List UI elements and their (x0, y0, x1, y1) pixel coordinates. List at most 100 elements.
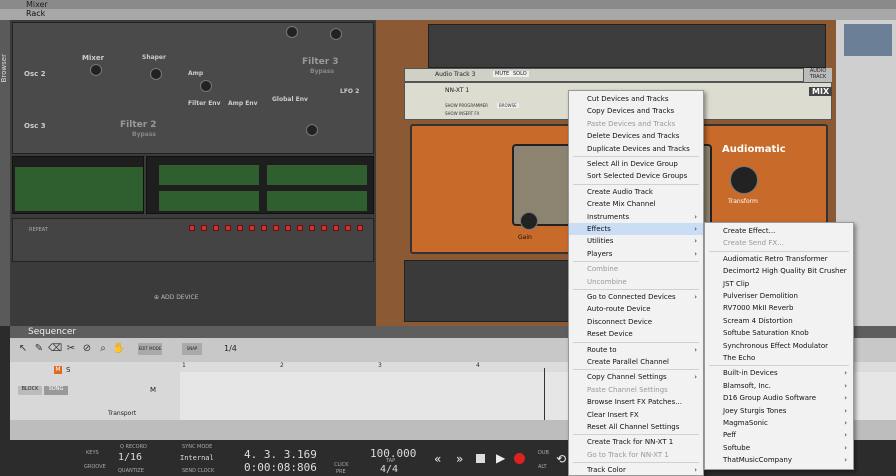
step-button[interactable] (249, 225, 255, 231)
razor-tool-icon[interactable]: ✂ (64, 341, 78, 357)
signature-display[interactable]: 4/4 (380, 464, 398, 475)
step-button[interactable] (201, 225, 207, 231)
mixer-title-bar[interactable]: Mixer (0, 0, 896, 9)
gain-knob[interactable] (520, 212, 538, 230)
step-button[interactable] (357, 225, 363, 231)
play-icon[interactable]: ▶ (496, 451, 505, 465)
context-menu-item[interactable]: Delete Devices and Tracks (569, 130, 703, 142)
effects-submenu-item[interactable]: Create Effect... (705, 225, 853, 237)
context-menu-item[interactable]: Select All in Device Group (569, 158, 703, 170)
browser-tab[interactable]: Browser (0, 20, 10, 326)
playhead[interactable] (544, 368, 545, 420)
effects-submenu-item[interactable]: JST Clip (705, 278, 853, 290)
context-menu-item[interactable]: Players › (569, 248, 703, 260)
rewind-icon[interactable]: « (434, 452, 441, 466)
step-button[interactable] (189, 225, 195, 231)
context-menu-item[interactable]: Duplicate Devices and Tracks (569, 143, 703, 155)
context-menu-item[interactable]: Reset Device (569, 328, 703, 340)
song-button[interactable]: SONG (44, 386, 68, 395)
context-menu-item[interactable]: Disconnect Device (569, 316, 703, 328)
lfo-knob[interactable] (306, 124, 318, 136)
mixer-knob[interactable] (90, 64, 102, 76)
effects-submenu-item[interactable]: ThatMusicCompany › (705, 454, 853, 466)
context-menu-item[interactable]: Create Audio Track (569, 186, 703, 198)
context-menu-item[interactable]: Copy Devices and Tracks (569, 105, 703, 117)
step-button[interactable] (273, 225, 279, 231)
effects-submenu-item[interactable]: Pulveriser Demolition (705, 290, 853, 302)
effects-submenu-item[interactable]: Synchronous Effect Modulator (705, 340, 853, 352)
context-menu-item[interactable]: Go to Connected Devices › (569, 291, 703, 303)
step-button[interactable] (297, 225, 303, 231)
time-display[interactable]: 0:00:08:806 (244, 461, 317, 474)
effects-submenu-item[interactable]: Softube › (705, 442, 853, 454)
effects-submenu-item[interactable]: RV7000 MkII Reverb (705, 302, 853, 314)
effects-submenu-item[interactable]: The Echo (705, 352, 853, 364)
effects-submenu-item[interactable]: Blamsoft, Inc. › (705, 380, 853, 392)
step-button[interactable] (261, 225, 267, 231)
context-menu-item[interactable]: Create Parallel Channel (569, 356, 703, 368)
keys-label[interactable]: KEYS (86, 450, 99, 456)
click-label[interactable]: CLICK (334, 462, 349, 468)
add-device-button[interactable]: ⊕ ADD DEVICE (154, 294, 198, 301)
step-button[interactable] (237, 225, 243, 231)
select-tool-icon[interactable]: ↖ (16, 341, 30, 357)
alt-button[interactable]: ALT (538, 464, 547, 470)
browse-button[interactable]: BROWSE (497, 103, 519, 108)
context-menu-item[interactable]: Effects › (569, 223, 703, 235)
effects-submenu-item[interactable]: Peff › (705, 429, 853, 441)
shaper-knob[interactable] (150, 68, 162, 80)
solo-button[interactable]: SOLO (511, 71, 529, 77)
mute-tool-icon[interactable]: ⊘ (80, 341, 94, 357)
effects-submenu-item[interactable]: Softube Saturation Knob (705, 327, 853, 339)
block-button[interactable]: BLOCK (18, 386, 42, 395)
context-menu-item[interactable]: Clear Insert FX (569, 409, 703, 421)
context-menu-item[interactable]: Browse Insert FX Patches... (569, 396, 703, 408)
send-clock-label[interactable]: SEND CLOCK (182, 468, 214, 474)
effects-submenu-item[interactable]: MagmaSonic › (705, 417, 853, 429)
context-menu-item[interactable]: Route to › (569, 344, 703, 356)
sync-mode-select[interactable]: Internal (180, 454, 214, 462)
q-record-label[interactable]: Q RECORD (120, 444, 147, 450)
track-m-label[interactable]: M (150, 386, 156, 394)
pencil-tool-icon[interactable]: ✎ (32, 341, 46, 357)
audio-track-device[interactable]: Audio Track 3 MUTE SOLO (404, 68, 804, 82)
step-button[interactable] (225, 225, 231, 231)
groove-label[interactable]: GROOVE (84, 464, 106, 470)
record-icon[interactable] (514, 453, 525, 464)
rate-knob[interactable] (330, 28, 342, 40)
effects-submenu-item[interactable]: Built-in Devices › (705, 367, 853, 379)
context-menu-item[interactable]: Utilities › (569, 235, 703, 247)
context-menu-item[interactable]: Instruments › (569, 211, 703, 223)
quantize-value[interactable]: 1/16 (118, 452, 142, 463)
effects-submenu-item[interactable]: D16 Group Audio Software › (705, 392, 853, 404)
effects-submenu-item[interactable]: Decimort2 High Quality Bit Crusher (705, 265, 853, 277)
step-button[interactable] (333, 225, 339, 231)
effects-submenu-item[interactable]: Joey Sturgis Tones › (705, 405, 853, 417)
effects-submenu-item[interactable]: Scream 4 Distortion (705, 315, 853, 327)
fast-forward-icon[interactable]: » (456, 452, 463, 466)
rack-title-bar[interactable]: Rack (0, 9, 896, 20)
record-m-badge[interactable]: M (54, 366, 62, 374)
hand-tool-icon[interactable]: ✋ (112, 341, 126, 357)
step-button[interactable] (321, 225, 327, 231)
snap-value-select[interactable]: 1/4 (224, 344, 237, 353)
dub-button[interactable]: DUB (538, 450, 549, 456)
step-button[interactable] (213, 225, 219, 231)
magnify-tool-icon[interactable]: ⌕ (96, 341, 110, 357)
loop-icon[interactable]: ⟲ (556, 452, 566, 466)
show-insert-fx-button[interactable]: SHOW INSERT FX (445, 111, 479, 116)
context-menu-item[interactable]: Copy Channel Settings › (569, 371, 703, 383)
track-s-label[interactable]: S (66, 366, 70, 374)
context-menu-item[interactable]: Reset All Channel Settings (569, 421, 703, 433)
context-menu-item[interactable]: Track Color › (569, 464, 703, 476)
step-button[interactable] (345, 225, 351, 231)
position-display[interactable]: 4. 3. 3.169 (244, 448, 317, 461)
mute-button[interactable]: MUTE (493, 71, 512, 77)
effects-submenu-item[interactable]: Audiomatic Retro Transformer (705, 253, 853, 265)
context-menu-item[interactable]: Cut Devices and Tracks (569, 93, 703, 105)
pre-label[interactable]: PRE (336, 469, 346, 475)
context-menu-item[interactable]: Sort Selected Device Groups (569, 170, 703, 182)
context-menu-item[interactable]: Create Track for NN-XT 1 (569, 436, 703, 448)
transform-knob[interactable] (730, 166, 758, 194)
edit-mode-button[interactable]: EDIT MODE (138, 343, 162, 355)
